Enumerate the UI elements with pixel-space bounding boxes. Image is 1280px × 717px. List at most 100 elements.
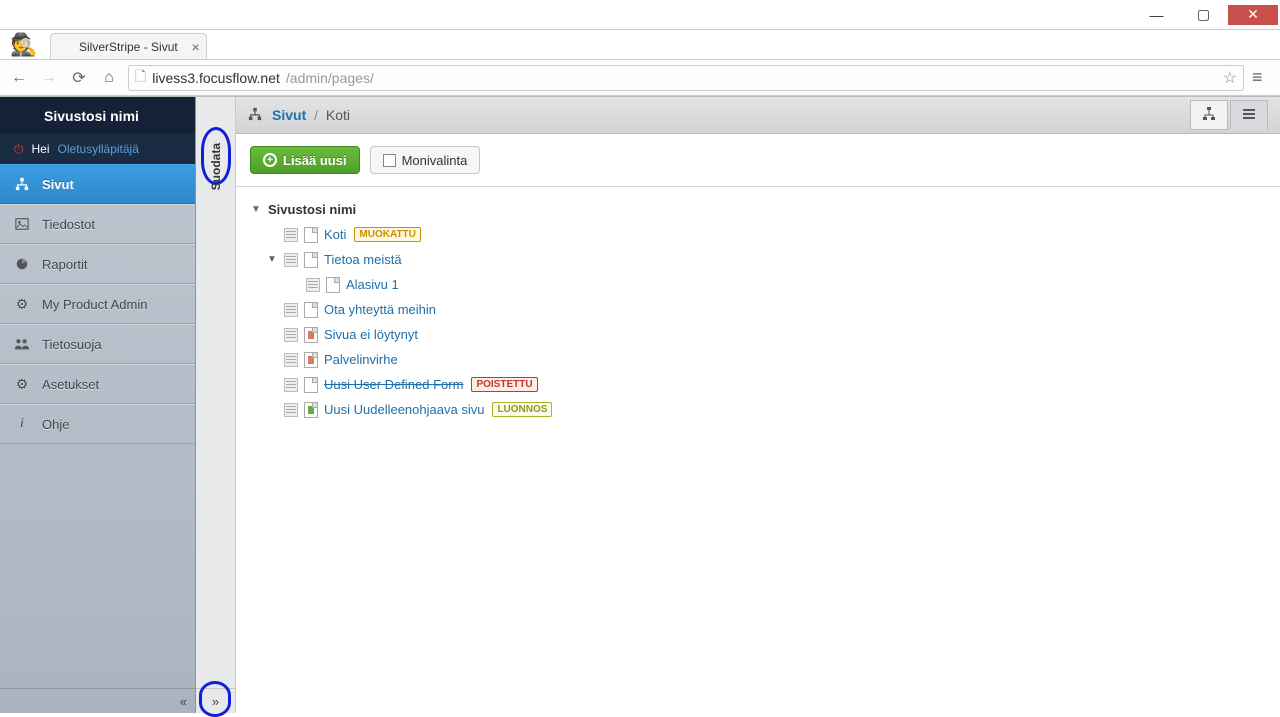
window-close-icon[interactable]: ✕ (1228, 5, 1278, 25)
tree-node-link[interactable]: Koti (324, 227, 346, 242)
profile-link[interactable]: Oletusylläpitäjä (58, 142, 139, 156)
tree-node[interactable]: Uusi User Defined Form POISTETTU (250, 372, 1266, 397)
page-info-icon[interactable]: 🗋 (135, 66, 146, 90)
back-button[interactable]: ← (8, 67, 30, 89)
info-icon: i (14, 416, 30, 432)
sidebar-item-files[interactable]: Tiedostot (0, 204, 195, 244)
error-page-icon (304, 352, 318, 368)
sidebar-item-label: Tiedostot (42, 217, 95, 232)
status-badge: LUONNOS (492, 402, 552, 417)
sidebar-collapse-button[interactable]: « (180, 694, 187, 709)
page-icon (304, 377, 318, 393)
sidebar-footer: « (0, 688, 195, 713)
filter-panel-collapsed: Suodata » (196, 97, 236, 713)
sitemap-icon (248, 107, 264, 123)
page-icon (304, 302, 318, 318)
url-bar[interactable]: 🗋 livess3.focusflow.net/admin/pages/ ☆ (128, 65, 1244, 91)
main-panel: Sivut / Koti + Lisää uusi Monivalinta (236, 97, 1280, 713)
url-host: livess3.focusflow.net (152, 70, 280, 86)
tree-node-link[interactable]: Palvelinvirhe (324, 352, 398, 367)
sidebar-item-product-admin[interactable]: ⚙ My Product Admin (0, 284, 195, 324)
image-icon (14, 216, 30, 232)
page-icon (304, 227, 318, 243)
status-badge: POISTETTU (471, 377, 537, 392)
tab-close-icon[interactable]: × (192, 39, 200, 55)
sidebar: Sivustosi nimi ⏻ Hei Oletusylläpitäjä Si… (0, 97, 196, 713)
error-page-icon (304, 327, 318, 343)
tree-node[interactable]: ▼ Tietoa meistä (250, 247, 1266, 272)
site-name: Sivustosi nimi (44, 108, 139, 124)
drag-handle-icon[interactable] (284, 228, 298, 242)
checkbox-icon (383, 154, 396, 167)
sidebar-item-help[interactable]: i Ohje (0, 404, 195, 444)
sidebar-item-settings[interactable]: ⚙ Asetukset (0, 364, 195, 404)
drag-handle-icon[interactable] (284, 403, 298, 417)
greeting-bar: ⏻ Hei Oletusylläpitäjä (0, 134, 195, 164)
tree-node-link[interactable]: Sivua ei löytynyt (324, 327, 418, 342)
view-tab-tree[interactable] (1190, 100, 1228, 130)
power-icon[interactable]: ⏻ (14, 142, 24, 157)
forward-button[interactable]: → (38, 67, 60, 89)
window-titlebar: — ▢ ✕ (0, 0, 1280, 30)
chevron-down-icon[interactable]: ▼ (250, 204, 262, 215)
page-icon (326, 277, 340, 293)
sidebar-item-pages[interactable]: Sivut (0, 164, 195, 204)
sidebar-item-label: Tietosuoja (42, 337, 102, 352)
breadcrumb-current: Koti (326, 107, 350, 123)
drag-handle-icon[interactable] (284, 353, 298, 367)
view-tab-list[interactable] (1230, 100, 1268, 130)
incognito-icon: 🕵️ (10, 32, 37, 58)
status-badge: MUOKATTU (354, 227, 420, 242)
page-tree: ▼ Sivustosi nimi Koti MUOKATTU ▼ Tietoa … (236, 187, 1280, 432)
filter-label[interactable]: Suodata (207, 137, 225, 196)
tree-root[interactable]: ▼ Sivustosi nimi (250, 197, 1266, 222)
chevron-down-icon[interactable]: ▼ (266, 254, 278, 265)
sidebar-header: Sivustosi nimi (0, 97, 195, 134)
sidebar-item-security[interactable]: Tietosuoja (0, 324, 195, 364)
main-header: Sivut / Koti (236, 97, 1280, 134)
breadcrumb-root[interactable]: Sivut (272, 107, 306, 123)
drag-handle-icon[interactable] (284, 378, 298, 392)
tree-node[interactable]: Alasivu 1 (250, 272, 1266, 297)
tree-node-link[interactable]: Uusi User Defined Form (324, 377, 463, 392)
tree-view-icon (1201, 106, 1217, 125)
reload-button[interactable]: ⟳ (68, 67, 90, 89)
tree-node[interactable]: Ota yhteyttä meihin (250, 297, 1266, 322)
drag-handle-icon[interactable] (284, 303, 298, 317)
drag-handle-icon[interactable] (284, 253, 298, 267)
tree-node[interactable]: Palvelinvirhe (250, 347, 1266, 372)
tree-node-link[interactable]: Uusi Uudelleenohjaava sivu (324, 402, 484, 417)
bookmark-star-icon[interactable]: ☆ (1223, 68, 1237, 88)
sidebar-item-label: Sivut (42, 177, 74, 192)
list-view-icon (1241, 106, 1257, 125)
tree-node-link[interactable]: Tietoa meistä (324, 252, 402, 267)
sidebar-item-label: Raportit (42, 257, 88, 272)
users-icon (14, 336, 30, 352)
chrome-menu-icon[interactable]: ≡ (1252, 67, 1272, 88)
tab-title: SilverStripe - Sivut (79, 40, 178, 54)
home-button[interactable]: ⌂ (98, 67, 120, 89)
app-root: Sivustosi nimi ⏻ Hei Oletusylläpitäjä Si… (0, 96, 1280, 713)
tree-node-link[interactable]: Ota yhteyttä meihin (324, 302, 436, 317)
page-icon (304, 252, 318, 268)
window-minimize-icon[interactable]: — (1134, 5, 1179, 25)
tree-node[interactable]: Uusi Uudelleenohjaava sivu LUONNOS (250, 397, 1266, 422)
multiselect-button[interactable]: Monivalinta (370, 146, 481, 174)
add-new-button[interactable]: + Lisää uusi (250, 146, 360, 174)
multiselect-label: Monivalinta (402, 153, 468, 168)
window-maximize-icon[interactable]: ▢ (1181, 5, 1226, 25)
gears-icon: ⚙ (14, 376, 30, 392)
plus-icon: + (263, 153, 277, 167)
silverstripe-logo-icon (12, 106, 32, 126)
tree-node-link[interactable]: Alasivu 1 (346, 277, 399, 292)
drag-handle-icon[interactable] (284, 328, 298, 342)
sidebar-item-label: Ohje (42, 417, 69, 432)
drag-handle-icon[interactable] (306, 278, 320, 292)
tree-node[interactable]: Koti MUOKATTU (250, 222, 1266, 247)
url-path: /admin/pages/ (286, 70, 374, 86)
tree-node[interactable]: Sivua ei löytynyt (250, 322, 1266, 347)
browser-tab[interactable]: SilverStripe - Sivut × (50, 33, 207, 59)
filter-expand-button[interactable]: » (212, 694, 219, 709)
sitemap-icon (14, 176, 30, 192)
sidebar-item-reports[interactable]: Raportit (0, 244, 195, 284)
